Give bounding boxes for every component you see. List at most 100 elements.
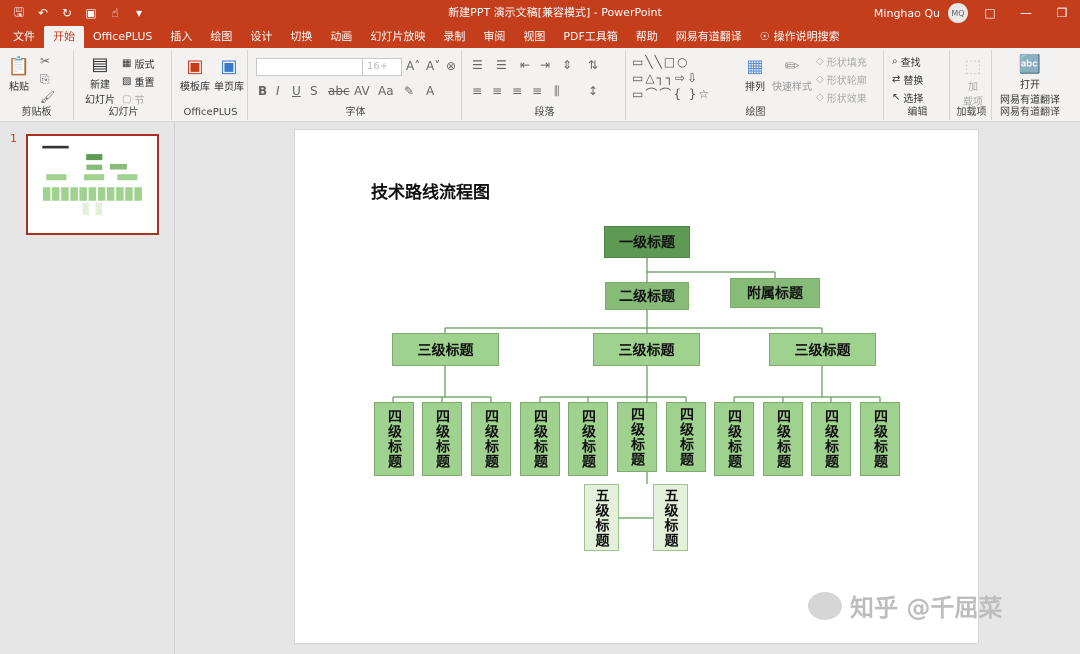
layout-icon: ▦: [122, 58, 132, 69]
line-spacing-icon[interactable]: ⇕: [562, 58, 572, 72]
layout-button[interactable]: ▦ 版式: [122, 56, 154, 71]
replace-icon: ⇄: [892, 74, 901, 85]
minimize-icon[interactable]: —: [1008, 0, 1044, 26]
avatar[interactable]: MQ: [948, 3, 968, 23]
shape-outline-button[interactable]: ◇ 形状轮廓: [816, 72, 867, 87]
grow-font-icon[interactable]: A˄: [406, 59, 420, 73]
cursor-icon: ↖: [892, 92, 901, 103]
level4-box[interactable]: 四级标题: [471, 402, 511, 476]
group-clipboard: 📋 粘贴 ✂ ⎘ 🖌 剪贴板: [0, 50, 74, 120]
level4-box[interactable]: 四级标题: [763, 402, 803, 476]
align-center-icon[interactable]: ≡: [492, 84, 502, 98]
tab-officeplus[interactable]: OfficePLUS: [84, 26, 161, 48]
underline-icon[interactable]: U: [292, 84, 301, 98]
attached-box[interactable]: 附属标题: [730, 278, 820, 308]
tab-home[interactable]: 开始: [44, 26, 84, 48]
clear-format-icon[interactable]: ⊗: [446, 59, 456, 73]
shapes-gallery[interactable]: ▭╲╲□○ ▭△┐┐⇨⇩ ▭⌒⌒{ }☆: [632, 54, 736, 102]
level4-box[interactable]: 四级标题: [860, 402, 900, 476]
level1-box[interactable]: 一级标题: [604, 226, 690, 258]
group-youdao: 🔤 打开 网易有道翻译 网易有道翻译: [994, 50, 1066, 120]
char-spacing-icon[interactable]: AV: [354, 84, 370, 98]
reset-button[interactable]: ▧ 重置: [122, 74, 154, 89]
ribbon: 📋 粘贴 ✂ ⎘ 🖌 剪贴板 ▤ 新建 幻灯片 ▦ 版式 ▧ 重置 ▢ 节 幻灯片 ▣…: [0, 48, 1080, 122]
align-right-icon[interactable]: ≡: [512, 84, 522, 98]
slide-canvas[interactable]: 技术路线流程图 一级标题 二级标题 附属标题 三级标题 三级标题 三级标题 四级…: [294, 129, 979, 644]
level4-box[interactable]: 四级标题: [714, 402, 754, 476]
find-button[interactable]: ⌕ 查找: [892, 54, 921, 69]
level3-box[interactable]: 三级标题: [593, 333, 700, 366]
level4-box[interactable]: 四级标题: [520, 402, 560, 476]
level4-box[interactable]: 四级标题: [617, 402, 657, 472]
window-controls: □ — ❐: [972, 0, 1080, 26]
numbering-icon[interactable]: ☰: [496, 58, 507, 72]
shrink-font-icon[interactable]: A˅: [426, 59, 440, 73]
open-youdao-button[interactable]: 🔤 打开 网易有道翻译: [998, 52, 1062, 107]
bullets-icon[interactable]: ☰: [472, 58, 483, 72]
group-label-slides: 幻灯片: [108, 107, 139, 118]
level4-box[interactable]: 四级标题: [811, 402, 851, 476]
level4-box[interactable]: 四级标题: [568, 402, 608, 476]
level2-box[interactable]: 二级标题: [605, 282, 689, 310]
tab-draw[interactable]: 绘图: [201, 26, 241, 48]
shadow-icon[interactable]: S: [310, 84, 318, 98]
tab-slideshow[interactable]: 幻灯片放映: [361, 26, 434, 48]
italic-icon[interactable]: I: [276, 84, 280, 98]
level4-box[interactable]: 四级标题: [374, 402, 414, 476]
addins-button[interactable]: ⬚ 加 载项: [960, 54, 986, 109]
tab-animations[interactable]: 动画: [321, 26, 361, 48]
replace-button[interactable]: ⇄ 替换: [892, 72, 923, 87]
increase-indent-icon[interactable]: ⇥: [540, 58, 550, 72]
tab-pdf-tools[interactable]: PDF工具箱: [554, 26, 626, 48]
tab-transitions[interactable]: 切换: [281, 26, 321, 48]
template-library-button[interactable]: ▣ 模板库: [180, 54, 210, 94]
tell-me-label: 操作说明搜索: [773, 30, 840, 43]
font-name-input[interactable]: [256, 58, 364, 76]
tab-youdao[interactable]: 网易有道翻译: [667, 26, 751, 48]
text-direction-icon[interactable]: ⇅: [588, 58, 598, 72]
highlight-icon[interactable]: ✎: [404, 84, 414, 98]
justify-icon[interactable]: ≡: [532, 84, 542, 98]
clipboard-icon: 📋: [7, 55, 31, 77]
level5-box[interactable]: 五级标题: [653, 484, 688, 551]
format-painter-icon[interactable]: 🖌: [40, 90, 55, 104]
tell-me-search[interactable]: ☉ 操作说明搜索: [751, 26, 849, 48]
user-account[interactable]: Minghao Qu MQ: [874, 0, 968, 26]
font-color-icon[interactable]: A: [426, 84, 434, 98]
bold-icon[interactable]: B: [258, 84, 267, 98]
tab-record[interactable]: 录制: [434, 26, 474, 48]
tab-file[interactable]: 文件: [4, 26, 44, 48]
cut-icon[interactable]: ✂: [40, 54, 50, 68]
tab-help[interactable]: 帮助: [627, 26, 667, 48]
watermark-text: 知乎 @千屈菜: [850, 594, 1003, 622]
tab-design[interactable]: 设计: [241, 26, 281, 48]
arrange-button[interactable]: ▦ 排列: [742, 54, 768, 94]
level4-box[interactable]: 四级标题: [666, 402, 706, 472]
slide-number: 1: [10, 132, 17, 145]
new-slide-button[interactable]: ▤ 新建 幻灯片: [82, 52, 118, 107]
slide-thumbnail[interactable]: [26, 134, 159, 235]
columns-icon[interactable]: ⫼: [554, 84, 560, 99]
level5-box[interactable]: 五级标题: [584, 484, 619, 551]
shape-fill-button[interactable]: ◇ 形状填充: [816, 54, 867, 69]
single-page-library-button[interactable]: ▣ 单页库: [214, 54, 244, 94]
watermark: 知乎 @千屈菜: [808, 588, 1002, 623]
change-case-icon[interactable]: Aa: [378, 84, 394, 98]
decrease-indent-icon[interactable]: ⇤: [520, 58, 530, 72]
level3-box[interactable]: 三级标题: [392, 333, 499, 366]
ribbon-display-icon[interactable]: □: [972, 0, 1008, 26]
level3-box[interactable]: 三级标题: [769, 333, 876, 366]
quick-styles-button[interactable]: ✏ 快速样式: [772, 54, 812, 94]
paste-button[interactable]: 📋 粘贴: [6, 54, 32, 94]
tab-review[interactable]: 审阅: [474, 26, 514, 48]
level4-label: 四级标题: [823, 409, 839, 469]
align-text-icon[interactable]: ↕: [588, 84, 598, 98]
tab-view[interactable]: 视图: [514, 26, 554, 48]
copy-icon[interactable]: ⎘: [40, 72, 50, 87]
strikethrough-icon[interactable]: abc: [328, 84, 350, 98]
tab-insert[interactable]: 插入: [161, 26, 201, 48]
align-left-icon[interactable]: ≡: [472, 84, 482, 98]
font-size-input[interactable]: 16+: [362, 58, 402, 76]
level4-box[interactable]: 四级标题: [422, 402, 462, 476]
restore-icon[interactable]: ❐: [1044, 0, 1080, 26]
